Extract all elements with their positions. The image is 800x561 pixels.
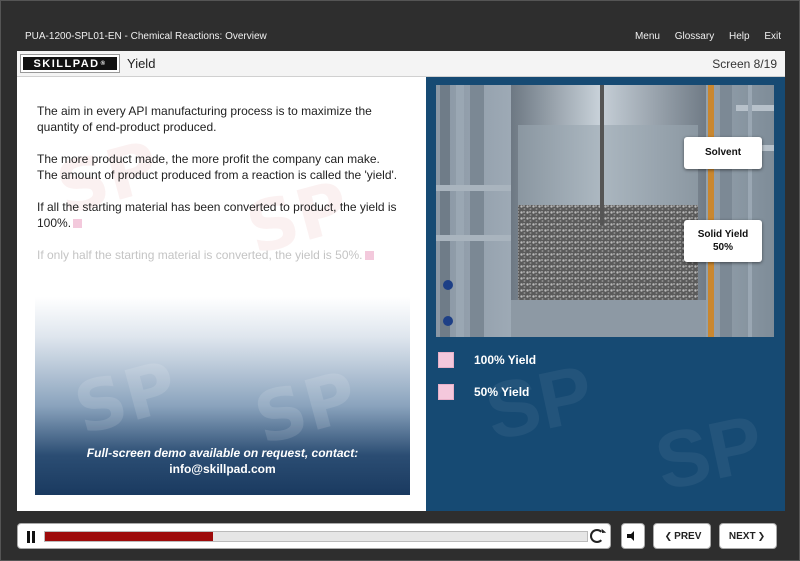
watermark-sp: SP xyxy=(647,397,771,508)
option-100-yield[interactable]: 100% Yield xyxy=(438,351,536,369)
chevron-left-icon: ❮ xyxy=(664,530,673,541)
player-frame: PUA-1200-SPL01-EN - Chemical Reactions: … xyxy=(0,0,800,561)
option-50-yield[interactable]: 50% Yield xyxy=(438,383,529,401)
player-controls: ❮ PREV NEXT ❯ xyxy=(17,521,785,551)
nav-help[interactable]: Help xyxy=(729,31,750,42)
nav-menu[interactable]: Menu xyxy=(635,31,660,42)
callout-solid-yield: Solid Yield 50% xyxy=(684,220,762,262)
nav-exit[interactable]: Exit xyxy=(764,31,781,42)
marker-icon xyxy=(73,219,83,229)
top-nav: Menu Glossary Help Exit xyxy=(623,31,781,42)
audio-button[interactable] xyxy=(621,523,645,549)
demo-email[interactable]: info@skillpad.com xyxy=(35,462,410,476)
next-label: NEXT xyxy=(728,530,756,542)
interactive-panel: SP SP Solvent Solid Yield 50% 100% Yield… xyxy=(426,77,785,511)
paragraph: The more product made, the more profit t… xyxy=(37,152,398,182)
chevron-right-icon: ❯ xyxy=(757,530,766,541)
nav-glossary[interactable]: Glossary xyxy=(675,31,714,42)
progress-bar-container xyxy=(17,523,611,549)
logo-mark: ® xyxy=(100,60,107,67)
course-title: PUA-1200-SPL01-EN - Chemical Reactions: … xyxy=(25,31,267,42)
paragraph: The aim in every API manufacturing proce… xyxy=(37,104,372,134)
screen-header: SKILLPAD ® Yield Screen 8/19 xyxy=(17,51,785,77)
demo-notice: Full-screen demo available on request, c… xyxy=(86,446,359,460)
logo-text: SKILLPAD xyxy=(33,57,100,70)
marker-icon xyxy=(364,251,374,261)
paragraph-text: If only half the starting material is co… xyxy=(37,248,363,262)
demo-overlay: SP SP Full-screen demo available on requ… xyxy=(35,297,410,495)
callout-solid-title: Solid Yield xyxy=(697,229,749,240)
prev-label: PREV xyxy=(674,530,702,542)
content-area: SP SP SP SP The aim in every API manufac… xyxy=(17,77,785,511)
replay-icon[interactable] xyxy=(590,529,604,543)
callout-solid-value: 50% xyxy=(712,242,733,253)
speaker-icon xyxy=(627,531,639,541)
body-text: The aim in every API manufacturing proce… xyxy=(37,103,399,279)
paragraph: If all the starting material has been co… xyxy=(37,199,399,231)
callout-solvent: Solvent xyxy=(684,137,762,169)
watermark-sp: SP xyxy=(66,345,186,451)
option-checkbox[interactable] xyxy=(438,384,454,400)
pause-icon[interactable] xyxy=(26,531,36,543)
option-label: 100% Yield xyxy=(474,353,537,367)
screen-counter: Screen 8/19 xyxy=(712,57,777,71)
reactor-image: Solvent Solid Yield 50% xyxy=(436,85,774,337)
top-bar: PUA-1200-SPL01-EN - Chemical Reactions: … xyxy=(17,23,785,49)
progress-fill xyxy=(45,532,214,541)
prev-button[interactable]: ❮ PREV xyxy=(653,523,711,549)
next-button[interactable]: NEXT ❯ xyxy=(719,523,777,549)
paragraph-text: If all the starting material has been co… xyxy=(37,200,397,230)
skillpad-logo: SKILLPAD ® xyxy=(20,54,120,73)
screen-title: Yield xyxy=(127,56,156,71)
option-label: 50% Yield xyxy=(474,385,530,399)
progress-track[interactable] xyxy=(44,531,588,542)
reactor-illustration xyxy=(436,85,774,337)
paragraph-faded: If only half the starting material is co… xyxy=(37,247,399,263)
option-checkbox[interactable] xyxy=(438,352,454,368)
